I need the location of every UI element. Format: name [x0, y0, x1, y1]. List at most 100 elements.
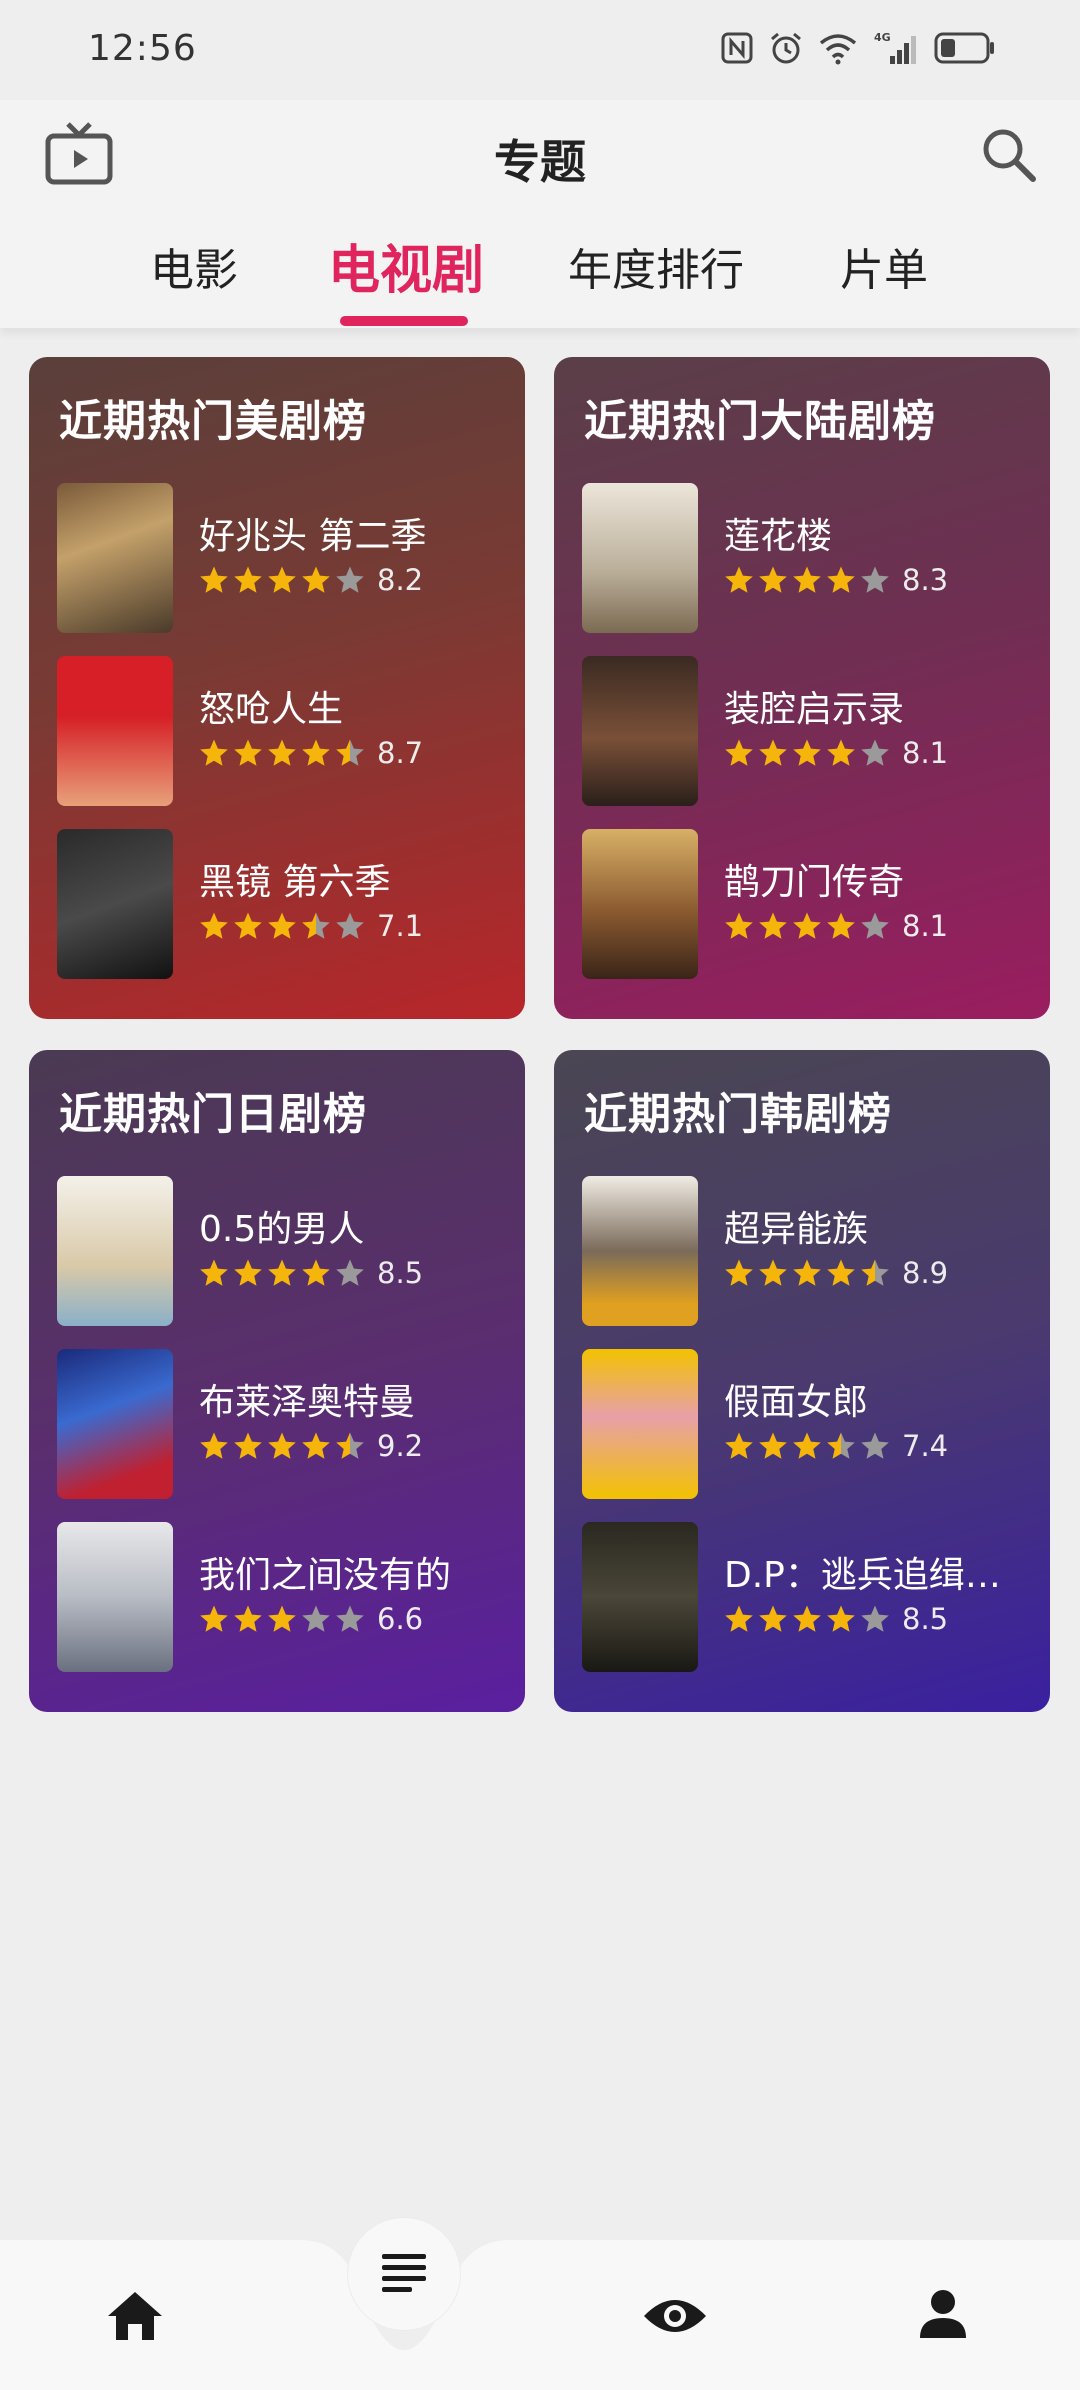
- tab-lists[interactable]: 片单: [840, 234, 928, 298]
- star-icon: [234, 1259, 262, 1286]
- tab-annual-ranking[interactable]: 年度排行: [568, 234, 744, 298]
- nfc-icon: [721, 32, 753, 64]
- list-item[interactable]: D.P：逃兵追缉… 8.5: [582, 1522, 1032, 1672]
- star-icon: [268, 739, 296, 766]
- rating-score: 8.7: [377, 736, 424, 770]
- star-icon: [302, 566, 330, 593]
- ranking-card-korea[interactable]: 近期热门韩剧榜 超异能族 8.9 假面女郎 7.4 D.P：逃兵追缉… 8.5: [554, 1050, 1050, 1712]
- poster-image: [582, 656, 698, 806]
- item-title: 好兆头 第二季: [199, 516, 427, 557]
- star-icon: [336, 1259, 364, 1286]
- star-icon: [861, 912, 889, 939]
- star-icon: [793, 912, 821, 939]
- star-icon: [200, 912, 228, 939]
- rating-score: 8.5: [902, 1602, 949, 1636]
- tab-tv-series[interactable]: 电视剧: [328, 228, 484, 303]
- item-title: 我们之间没有的: [199, 1555, 452, 1596]
- star-icon: [827, 1432, 855, 1459]
- list-item[interactable]: 我们之间没有的 6.6: [57, 1522, 507, 1672]
- star-icon: [861, 566, 889, 593]
- poster-image: [57, 656, 173, 806]
- tab-movies[interactable]: 电影: [150, 234, 238, 298]
- star-icon: [302, 1432, 330, 1459]
- rating: 9.2: [199, 1429, 423, 1463]
- star-rating: [199, 565, 365, 595]
- star-icon: [268, 1605, 296, 1632]
- item-title: 装腔启示录: [724, 689, 905, 730]
- eye-icon[interactable]: [642, 2294, 708, 2338]
- star-rating: [199, 738, 365, 768]
- star-icon: [200, 1259, 228, 1286]
- item-title: 鹊刀门传奇: [724, 862, 905, 903]
- list-item[interactable]: 鹊刀门传奇 8.1: [582, 829, 1032, 979]
- star-rating: [199, 1431, 365, 1461]
- star-icon: [302, 1259, 330, 1286]
- battery-icon: [934, 32, 994, 64]
- rating-score: 7.4: [902, 1429, 949, 1463]
- rating: 7.1: [199, 909, 423, 943]
- rating-score: 8.3: [902, 563, 949, 597]
- star-icon: [827, 566, 855, 593]
- star-icon: [725, 912, 753, 939]
- star-icon: [725, 1432, 753, 1459]
- star-icon: [793, 566, 821, 593]
- poster-image: [57, 1522, 173, 1672]
- list-item[interactable]: 好兆头 第二季 8.2: [57, 483, 507, 633]
- list-item[interactable]: 黑镜 第六季 7.1: [57, 829, 507, 979]
- ranking-card-us[interactable]: 近期热门美剧榜 好兆头 第二季 8.2 怒呛人生 8.7 黑镜 第六季 7.1: [29, 357, 525, 1019]
- tab-active-indicator: [340, 316, 468, 326]
- rating: 8.1: [724, 909, 948, 943]
- star-rating: [724, 1258, 890, 1288]
- rating: 6.6: [199, 1602, 423, 1636]
- star-icon: [234, 739, 262, 766]
- ranking-card-mainland[interactable]: 近期热门大陆剧榜 莲花楼 8.3 装腔启示录 8.1 鹊刀门传奇 8.1: [554, 357, 1050, 1019]
- rating: 8.2: [199, 563, 423, 597]
- star-icon: [336, 566, 364, 593]
- home-icon[interactable]: [106, 2290, 164, 2342]
- svg-text:4G: 4G: [874, 31, 891, 44]
- star-icon: [234, 566, 262, 593]
- status-time: 12:56: [88, 28, 197, 69]
- star-icon: [336, 739, 364, 766]
- card-title: 近期热门日剧榜: [59, 1090, 367, 1140]
- star-icon: [234, 912, 262, 939]
- poster-image: [582, 1522, 698, 1672]
- ranking-card-japan[interactable]: 近期热门日剧榜 0.5的男人 8.5 布莱泽奥特曼 9.2 我们之间没有的 6.…: [29, 1050, 525, 1712]
- star-icon: [725, 566, 753, 593]
- item-title: 假面女郎: [724, 1382, 869, 1423]
- profile-icon[interactable]: [918, 2288, 968, 2340]
- status-icons: 4G: [720, 30, 996, 66]
- star-icon: [793, 1259, 821, 1286]
- rating-score: 7.1: [377, 909, 424, 943]
- list-item[interactable]: 超异能族 8.9: [582, 1176, 1032, 1326]
- rating-score: 8.9: [902, 1256, 949, 1290]
- bottom-navigation: [0, 2218, 1080, 2390]
- list-item[interactable]: 布莱泽奥特曼 9.2: [57, 1349, 507, 1499]
- list-item[interactable]: 装腔启示录 8.1: [582, 656, 1032, 806]
- star-icon: [302, 739, 330, 766]
- star-rating: [724, 911, 890, 941]
- rating: 8.5: [724, 1602, 948, 1636]
- star-icon: [759, 1605, 787, 1632]
- star-rating: [724, 1431, 890, 1461]
- list-icon[interactable]: [380, 2248, 428, 2296]
- star-icon: [268, 566, 296, 593]
- star-icon: [336, 1432, 364, 1459]
- rating-score: 8.1: [902, 736, 949, 770]
- star-icon: [759, 1432, 787, 1459]
- star-icon: [336, 1605, 364, 1632]
- item-title: 黑镜 第六季: [199, 862, 391, 903]
- rating-score: 8.1: [902, 909, 949, 943]
- list-item[interactable]: 莲花楼 8.3: [582, 483, 1032, 633]
- search-icon[interactable]: [980, 126, 1038, 184]
- star-icon: [861, 1259, 889, 1286]
- list-item[interactable]: 0.5的男人 8.5: [57, 1176, 507, 1326]
- list-item[interactable]: 怒呛人生 8.7: [57, 656, 507, 806]
- poster-image: [57, 483, 173, 633]
- list-item[interactable]: 假面女郎 7.4: [582, 1349, 1032, 1499]
- star-icon: [861, 1432, 889, 1459]
- star-icon: [336, 912, 364, 939]
- star-icon: [302, 1605, 330, 1632]
- star-icon: [793, 1605, 821, 1632]
- star-rating: [199, 911, 365, 941]
